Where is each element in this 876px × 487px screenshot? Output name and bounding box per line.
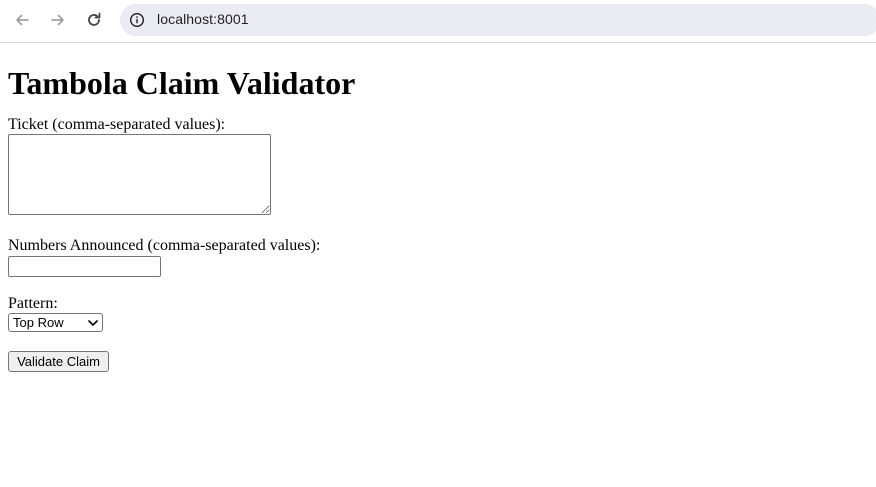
ticket-textarea[interactable]	[8, 134, 271, 215]
reload-button[interactable]	[82, 8, 106, 32]
back-button[interactable]	[10, 8, 34, 32]
arrow-left-icon	[16, 14, 29, 26]
reload-icon	[88, 12, 101, 26]
url-text: localhost:8001	[157, 11, 249, 27]
validate-claim-button[interactable]: Validate Claim	[8, 351, 109, 372]
ticket-label: Ticket (comma-separated values):	[8, 116, 226, 133]
browser-toolbar: localhost:8001	[0, 0, 876, 43]
chevron-down-icon	[88, 320, 98, 326]
pattern-selected-value: Top Row	[13, 315, 64, 330]
numbers-announced-label: Numbers Announced (comma-separated value…	[8, 237, 321, 254]
page-title: Tambola Claim Validator	[8, 65, 356, 101]
numbers-announced-input[interactable]	[8, 256, 161, 277]
arrow-right-icon	[51, 14, 64, 26]
pattern-label: Pattern:	[8, 295, 58, 312]
address-bar[interactable]: localhost:8001	[120, 4, 876, 36]
forward-button[interactable]	[46, 8, 70, 32]
page-content: Tambola Claim Validator Ticket (comma-se…	[8, 44, 876, 372]
info-icon[interactable]	[129, 12, 145, 28]
pattern-select[interactable]: Top Row	[8, 313, 103, 332]
